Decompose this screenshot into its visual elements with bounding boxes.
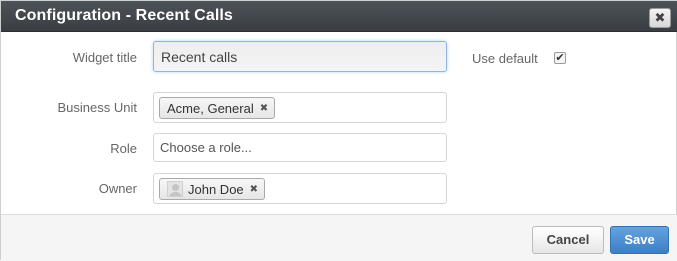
- dialog-titlebar: Configuration - Recent Calls ✖: [1, 1, 677, 32]
- user-avatar-icon: [167, 181, 183, 197]
- owner-chip-label: John Doe: [188, 181, 244, 197]
- use-default-checkbox[interactable]: ✔: [554, 52, 566, 64]
- dialog-footer: Cancel Save: [1, 214, 677, 261]
- role-label: Role: [110, 141, 137, 156]
- remove-chip-icon[interactable]: ✖: [260, 103, 268, 114]
- close-icon: ✖: [654, 10, 666, 25]
- widget-title-input[interactable]: [153, 41, 447, 72]
- widget-title-label: Widget title: [72, 50, 137, 65]
- use-default-label: Use default: [472, 51, 538, 66]
- save-button[interactable]: Save: [610, 226, 669, 254]
- business-unit-select[interactable]: Acme, General ✖: [153, 92, 447, 123]
- remove-chip-icon[interactable]: ✖: [250, 184, 258, 195]
- owner-select[interactable]: John Doe ✖: [153, 173, 447, 204]
- close-button[interactable]: ✖: [649, 8, 671, 28]
- checkmark-icon: ✔: [555, 52, 565, 64]
- business-unit-label: Business Unit: [57, 100, 137, 115]
- owner-label: Owner: [98, 181, 137, 196]
- cancel-button[interactable]: Cancel: [532, 226, 604, 254]
- business-unit-chip-label: Acme, General: [167, 100, 254, 116]
- role-placeholder: Choose a role...: [160, 140, 252, 155]
- business-unit-chip: Acme, General ✖: [159, 97, 276, 119]
- dialog-title: Configuration - Recent Calls: [15, 7, 233, 24]
- configuration-dialog: Configuration - Recent Calls ✖ Widget ti…: [0, 0, 677, 261]
- owner-chip: John Doe ✖: [159, 178, 266, 200]
- role-select[interactable]: Choose a role...: [153, 133, 447, 162]
